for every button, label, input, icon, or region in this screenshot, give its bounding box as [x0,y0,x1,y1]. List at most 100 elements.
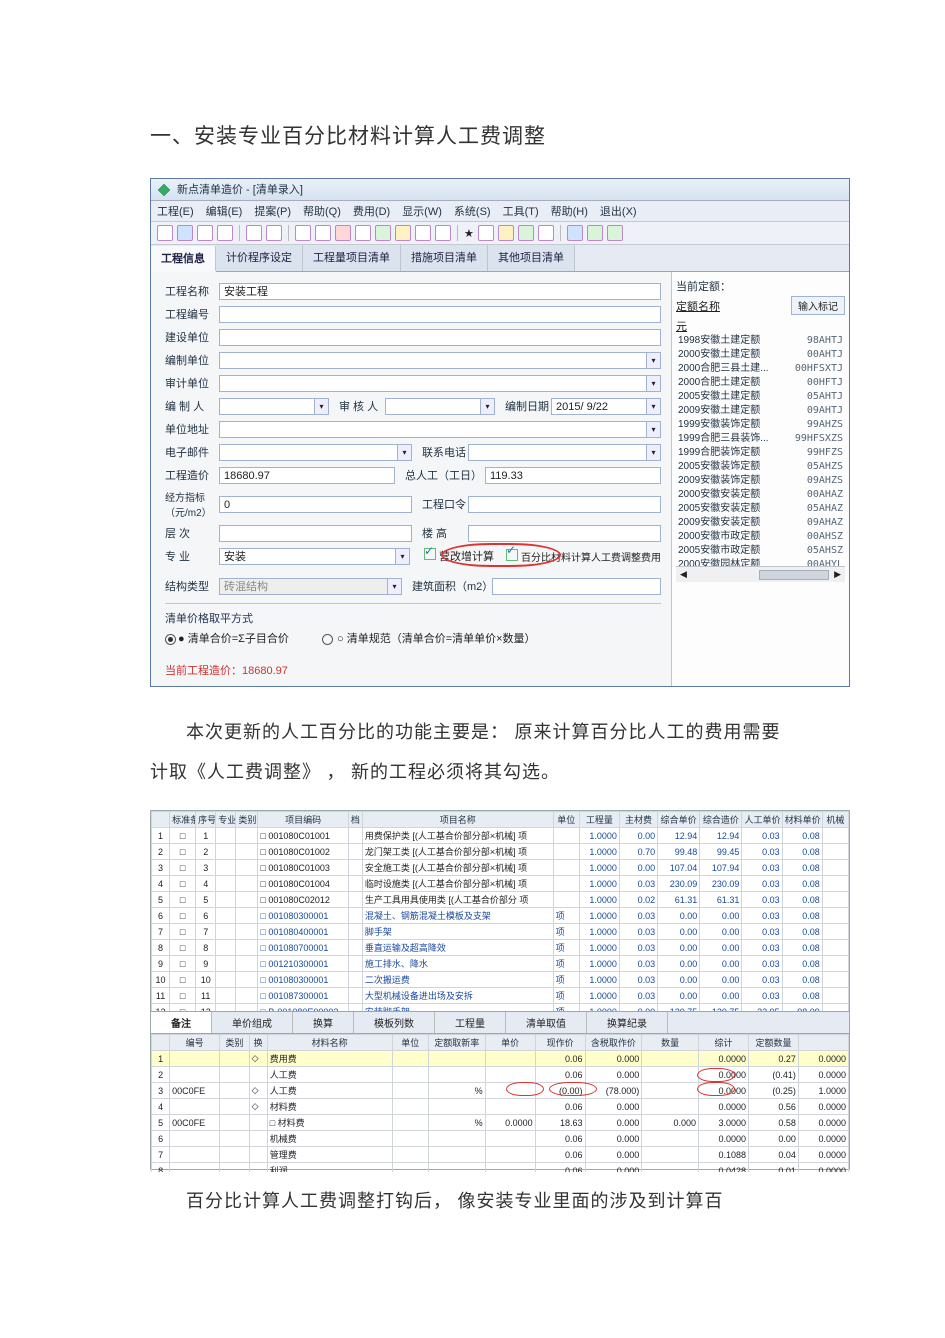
tab-project-info[interactable]: 工程信息 [151,246,216,272]
tab-quantity-list[interactable]: 工程量项目清单 [303,245,401,271]
quota-item[interactable]: 1999合肥三县装饰...99HFSXZS [676,432,845,446]
subtab-template[interactable]: 模板列数 [354,1012,435,1033]
quota-list[interactable]: 1998安徽土建定额98AHTJ2000安徽土建定额00AHTJ2000合肥三县… [676,334,845,566]
checkbox-vat[interactable]: 营改增计算 [424,548,494,564]
input-phone[interactable] [468,444,647,461]
tb-attach-icon[interactable] [315,225,331,241]
horizontal-scrollbar[interactable]: ◀▶ [676,566,845,582]
menu-help[interactable]: 帮助(H) [551,203,588,219]
tb-check-icon[interactable] [518,225,534,241]
table-row[interactable]: 2人工费0.060.0000.0000(0.41)0.0000 [152,1067,849,1083]
chevron-down-icon[interactable]: ▾ [647,421,661,438]
tab-pricing-program[interactable]: 计价程序设定 [216,245,303,271]
quota-item[interactable]: 2000安徽市政定额00AHSZ [676,530,845,544]
tb-open-icon[interactable] [177,225,193,241]
quota-item[interactable]: 1998安徽土建定额98AHTJ [676,334,845,348]
chevron-down-icon[interactable]: ▾ [647,352,661,369]
tb-paste-icon[interactable] [266,225,282,241]
input-audit-unit[interactable] [219,375,647,392]
menu-tools[interactable]: 工具(T) [503,203,539,219]
tb-grid-icon[interactable] [538,225,554,241]
input-compiler[interactable] [219,398,315,415]
subtab-convert-log[interactable]: 换算纪录 [587,1012,668,1033]
tb-detail-icon[interactable] [217,225,233,241]
tb-calc-icon[interactable] [355,225,371,241]
input-height[interactable] [468,525,661,542]
tb-copy-icon[interactable] [246,225,262,241]
table-row[interactable]: 6□6□ 001080300001混凝土、钢筋混凝土模板及支架项1.00000.… [152,908,849,924]
tb-refresh-icon[interactable] [375,225,391,241]
chevron-down-icon[interactable]: ▾ [396,548,410,565]
menu-display[interactable]: 显示(W) [402,203,442,219]
chevron-down-icon[interactable]: ▾ [315,398,329,415]
table-row[interactable]: 500C0FE□ 材料费%0.000018.630.0000.0003.0000… [152,1115,849,1131]
select-specialty[interactable]: 安装 [219,548,396,565]
menu-fee[interactable]: 费用(D) [353,203,390,219]
quota-item[interactable]: 2000安徽安装定额00AHAZ [676,488,845,502]
scroll-thumb[interactable] [759,570,829,580]
quota-item[interactable]: 2000合肥三县土建...00HFSXTJ [676,362,845,376]
table-row[interactable]: 7管理费0.060.0000.10880.040.0000 [152,1147,849,1163]
chevron-down-icon[interactable]: ▾ [647,375,661,392]
input-auditor[interactable] [385,398,481,415]
tb-new-icon[interactable] [157,225,173,241]
subtab-price-comp[interactable]: 单价组成 [212,1012,293,1033]
input-project-name[interactable]: 安装工程 [219,283,661,300]
table-row[interactable]: 6机械费0.060.0000.00000.000.0000 [152,1131,849,1147]
tb-cut-icon[interactable] [295,225,311,241]
input-password[interactable] [468,496,661,513]
input-project-no[interactable] [219,306,661,323]
quota-item[interactable]: 1999合肥装饰定额99HFZS [676,446,845,460]
quota-item[interactable]: 1999安徽装饰定额99AHZS [676,418,845,432]
input-email[interactable] [219,444,398,461]
quota-item[interactable]: 2000合肥土建定额00HFTJ [676,376,845,390]
quota-item[interactable]: 2005安徽市政定额05AHSZ [676,544,845,558]
tb-delete-icon[interactable] [335,225,351,241]
table-row[interactable]: 9□9□ 001210300001施工排水、降水项1.00000.030.000… [152,956,849,972]
tb-star-icon[interactable]: ★ [464,227,474,240]
checkbox-percent-labor[interactable]: 百分比材料计算人工费调整费用 [506,549,661,564]
tab-measure-list[interactable]: 措施项目清单 [401,245,488,271]
input-compile-unit[interactable] [219,352,647,369]
items-grid[interactable]: 标准条件序号专业类别项目编码档项目名称单位工程量主材费综合单价综合造价人工单价材… [151,811,849,1011]
tb-sun-icon[interactable] [498,225,514,241]
table-row[interactable]: 4□4□ 001080C01004临时设施类 [(人工基合价部分部×机械] 项1… [152,876,849,892]
chevron-down-icon[interactable]: ▾ [398,444,412,461]
quota-item[interactable]: 2000安徽土建定额00AHTJ [676,348,845,362]
menu-system[interactable]: 系统(S) [454,203,491,219]
quota-item[interactable]: 2000安徽园林定额00AHYL [676,558,845,566]
input-unit-addr[interactable] [219,421,647,438]
quota-item[interactable]: 2009安徽土建定额09AHTJ [676,404,845,418]
tb-win-icon[interactable] [567,225,583,241]
table-row[interactable]: 5□5□ 001080C02012生产工具用具使用类 [(人工基合价部分 项1.… [152,892,849,908]
menu-exit[interactable]: 退出(X) [600,203,637,219]
input-area[interactable] [492,578,661,595]
table-row[interactable]: 7□7□ 001080400001脚手架项1.00000.030.000.000… [152,924,849,940]
quota-item[interactable]: 2009安徽安装定额09AHAZ [676,516,845,530]
subtab-remark[interactable]: 备注 [151,1012,212,1033]
quota-item[interactable]: 2009安徽装饰定额09AHZS [676,474,845,488]
chevron-down-icon[interactable]: ▾ [481,398,495,415]
menu-edit[interactable]: 编辑(E) [206,203,243,219]
input-floors[interactable] [219,525,412,542]
table-row[interactable]: 3□3□ 001080C01003安全施工类 [(人工基合价部分部×机械] 项1… [152,860,849,876]
tab-other-list[interactable]: 其他项目清单 [488,245,575,271]
menu-project[interactable]: 工程(E) [157,203,194,219]
subtab-convert[interactable]: 换算 [293,1012,354,1033]
input-compile-date[interactable]: 2015/ 9/22 [551,398,647,415]
chevron-down-icon[interactable]: ▾ [647,444,661,461]
quota-item[interactable]: 2005安徽土建定额05AHTJ [676,390,845,404]
menu-proposal[interactable]: 提案(P) [254,203,291,219]
table-row[interactable]: 1□1□ 001080C01001用费保护类 [(人工基合价部分部×机械] 项1… [152,828,849,844]
tb-print-icon[interactable] [478,225,494,241]
table-row[interactable]: 8□8□ 001080700001垂直运输及超高降效项1.00000.030.0… [152,940,849,956]
table-row[interactable]: 11□11□ 001087300001大型机械设备进出场及安拆项1.00000.… [152,988,849,1004]
table-row[interactable]: 2□2□ 001080C01002龙门架工类 [(人工基合价部分部×机械] 项1… [152,844,849,860]
subtab-quantity[interactable]: 工程量 [435,1012,506,1033]
tb-save-icon[interactable] [197,225,213,241]
quota-item[interactable]: 2005安徽装饰定额05AHZS [676,460,845,474]
subtab-list-value[interactable]: 清单取值 [506,1012,587,1033]
menu-help-q[interactable]: 帮助(Q) [303,203,341,219]
price-components-grid[interactable]: 编号类别换材料名称单位定额取新率单价现作价含税取作价数量综计定额数量1◇费用费0… [151,1034,849,1172]
tb-next-icon[interactable] [607,225,623,241]
